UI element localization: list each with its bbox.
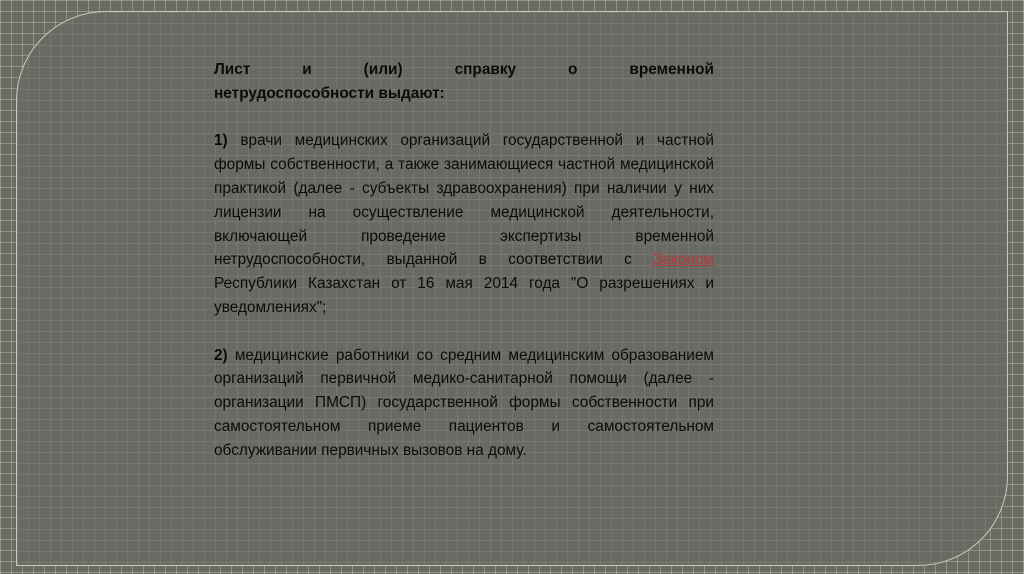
slide-text: Лист и (или) справку о временной нетрудо… [214,58,714,463]
item-2-number: 2) [214,346,228,364]
item-1-text-end: Республики Казахстан от 16 мая 2014 года… [214,275,714,316]
law-link[interactable]: Законом [653,251,714,268]
item-1-number: 1) [214,132,228,150]
heading-line-2: нетрудоспособности выдают: [214,84,445,102]
item-1-text: врачи медицинских организаций государств… [214,132,714,269]
list-item-2: 2) медицинские работники со средним меди… [214,344,714,463]
slide-heading: Лист и (или) справку о временной нетрудо… [214,58,714,106]
list-item-1: 1) врачи медицинских организаций государ… [214,129,714,319]
item-2-text: медицинские работники со средним медицин… [214,346,714,459]
heading-line-1: Лист и (или) справку о временной [214,61,714,78]
